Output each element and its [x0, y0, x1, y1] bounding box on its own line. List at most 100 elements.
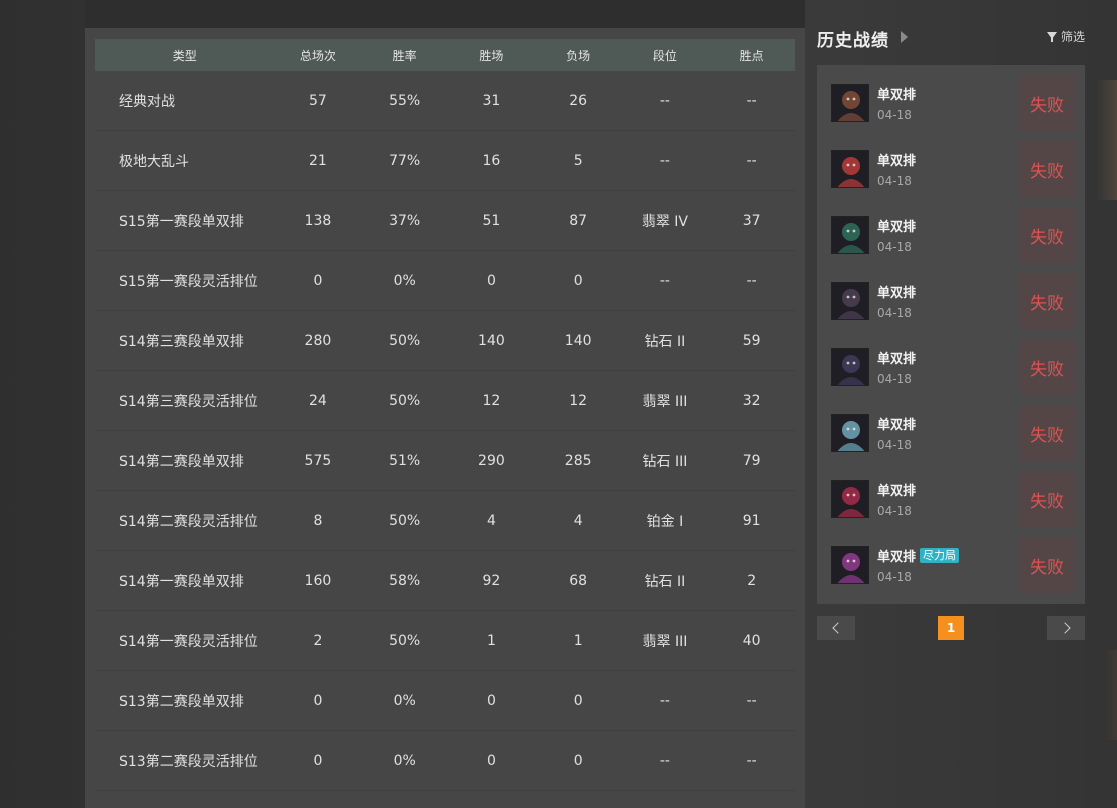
champion-avatar	[831, 414, 869, 452]
row-total: 280	[304, 332, 332, 349]
next-page-button[interactable]	[1047, 616, 1085, 640]
row-type: S14第三赛段单双排	[119, 333, 244, 350]
row-winrate: 50%	[389, 512, 421, 529]
row-winrate: 50%	[389, 632, 421, 649]
champion-avatar	[831, 348, 869, 386]
row-wins: 0	[486, 272, 496, 289]
match-history-item[interactable]: 单双排 04-18 失败	[823, 471, 1075, 527]
match-mode: 单双排	[877, 220, 917, 235]
match-result: 失败	[1019, 75, 1075, 131]
match-history-list: 单双排 04-18 失败 单双排 04-18 失败 单双排 04-18 失败 单双排 04-18 失败…	[817, 65, 1085, 604]
row-wins: 16	[482, 152, 501, 169]
history-title[interactable]: 历史战绩	[817, 26, 889, 51]
pagination: 1	[817, 616, 1085, 640]
row-type: S13第二赛段单双排	[119, 693, 244, 710]
row-rank: 翡翠 III	[642, 393, 688, 410]
row-losses: 4	[573, 512, 583, 529]
row-losses: 140	[564, 332, 592, 349]
row-total: 0	[313, 752, 323, 769]
row-type: S14第三赛段灵活排位	[119, 393, 258, 410]
row-lp: --	[746, 152, 757, 169]
row-winrate: 50%	[389, 392, 421, 409]
match-info: 单双排 04-18	[877, 348, 916, 386]
match-mode: 单双排	[877, 418, 917, 433]
row-winrate: 51%	[389, 452, 421, 469]
row-total: 575	[304, 452, 332, 469]
row-rank: 翡翠 III	[642, 633, 688, 650]
history-header: 历史战绩 筛选	[817, 26, 1087, 52]
row-total: 24	[309, 392, 327, 409]
row-losses: 5	[573, 152, 583, 169]
match-result: 失败	[1019, 339, 1075, 395]
match-result: 失败	[1019, 471, 1075, 527]
header-total: 总场次	[299, 48, 336, 63]
row-wins: 31	[482, 92, 501, 109]
row-winrate: 58%	[389, 572, 421, 589]
row-type: S15第一赛段灵活排位	[119, 273, 258, 290]
header-losses: 负场	[566, 48, 591, 63]
champion-avatar	[831, 282, 869, 320]
stats-table-row: S14第二赛段单双排 575 51% 290 285 钻石 III 79	[95, 431, 795, 491]
row-rank: --	[659, 152, 670, 169]
chevron-right-icon[interactable]	[901, 31, 908, 43]
header-type: 类型	[172, 48, 197, 63]
row-losses: 12	[569, 392, 588, 409]
match-date: 04-18	[877, 306, 912, 320]
row-total: 160	[304, 572, 332, 589]
prev-page-button[interactable]	[817, 616, 855, 640]
match-date: 04-18	[877, 438, 912, 452]
row-rank: 翡翠 IV	[641, 213, 688, 230]
match-result: 失败	[1019, 537, 1075, 593]
row-total: 0	[313, 272, 323, 289]
row-wins: 0	[486, 692, 496, 709]
match-info: 单双排 04-18	[877, 150, 916, 188]
match-mode-line: 单双排 尽力局	[877, 546, 960, 565]
row-rank: --	[659, 752, 670, 769]
row-wins: 0	[486, 752, 496, 769]
row-wins: 290	[478, 452, 505, 469]
match-history-item[interactable]: 单双排 04-18 失败	[823, 75, 1075, 131]
row-rank: 钻石 II	[644, 333, 686, 350]
match-history-item[interactable]: 单双排 04-18 失败	[823, 273, 1075, 329]
row-type: 极地大乱斗	[119, 153, 189, 170]
row-type: S14第二赛段灵活排位	[119, 513, 258, 530]
champion-avatar	[831, 84, 869, 122]
row-lp: 91	[742, 512, 761, 529]
row-losses: 26	[569, 92, 588, 109]
row-winrate: 50%	[389, 332, 421, 349]
row-wins: 140	[478, 332, 505, 349]
match-history-item[interactable]: 单双排 04-18 失败	[823, 405, 1075, 461]
match-mode: 单双排	[877, 286, 917, 301]
match-date: 04-18	[877, 504, 912, 518]
champion-avatar	[831, 216, 869, 254]
champion-avatar	[831, 546, 869, 584]
row-type: S14第一赛段单双排	[119, 573, 244, 590]
row-rank: --	[659, 272, 670, 289]
row-wins: 4	[486, 512, 496, 529]
match-info: 单双排 尽力局 04-18	[877, 546, 960, 584]
match-mode: 单双排	[877, 550, 917, 565]
match-history-item[interactable]: 单双排 04-18 失败	[823, 207, 1075, 263]
match-result: 失败	[1019, 273, 1075, 329]
row-total: 0	[313, 692, 323, 709]
stats-table-body: 经典对战 57 55% 31 26 -- -- 极地大乱斗 21 77% 16 5 -- -- S15第一赛…	[95, 71, 795, 791]
row-lp: 37	[742, 212, 761, 229]
match-history-item[interactable]: 单双排 04-18 失败	[823, 141, 1075, 197]
row-lp: 2	[747, 572, 757, 589]
match-date: 04-18	[877, 570, 912, 584]
chevron-left-icon	[831, 622, 844, 634]
row-lp: 32	[742, 392, 761, 409]
match-info: 单双排 04-18	[877, 480, 916, 518]
row-wins: 51	[482, 212, 501, 229]
page-number-current[interactable]: 1	[938, 616, 964, 640]
row-lp: 79	[742, 452, 761, 469]
match-mode: 单双排	[877, 352, 917, 367]
filter-button[interactable]: 筛选	[1046, 28, 1085, 45]
row-winrate: 55%	[389, 92, 421, 109]
row-wins: 92	[482, 572, 501, 589]
match-mode-line: 单双排	[877, 414, 916, 433]
match-history-item[interactable]: 单双排 04-18 失败	[823, 339, 1075, 395]
match-history-item[interactable]: 单双排 尽力局 04-18 失败	[823, 537, 1075, 593]
row-lp: --	[746, 692, 757, 709]
match-date: 04-18	[877, 108, 912, 122]
